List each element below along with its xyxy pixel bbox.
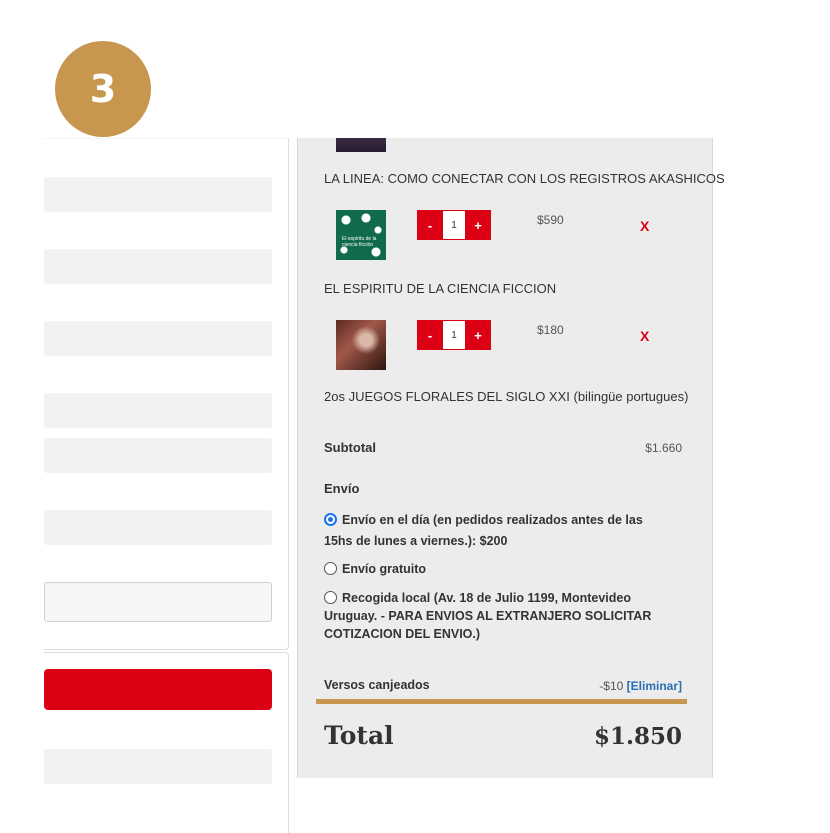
book-cover-thumbnail bbox=[336, 320, 386, 370]
shipping-option-free[interactable]: Envío gratuito bbox=[324, 559, 674, 580]
quantity-stepper: - 1 + bbox=[417, 320, 493, 350]
total-divider bbox=[316, 699, 687, 704]
form-field-1[interactable] bbox=[44, 177, 272, 212]
radio-button[interactable] bbox=[324, 562, 337, 575]
remove-item-button[interactable]: X bbox=[640, 328, 649, 344]
book-cover-thumbnail: El espíritu de la ciencia ficción bbox=[336, 210, 386, 260]
quantity-decrease-button[interactable]: - bbox=[417, 210, 443, 240]
cart-item-title: 2os JUEGOS FLORALES DEL SIGLO XXI (bilin… bbox=[324, 389, 689, 404]
cart-item-title: EL ESPIRITU DE LA CIENCIA FICCION bbox=[324, 281, 557, 296]
coupon-row-value: -$10 [Eliminar] bbox=[599, 679, 682, 693]
book-cover-thumbnail bbox=[336, 138, 386, 152]
shipping-option-label: Envío gratuito bbox=[342, 562, 427, 576]
total-value: $1.850 bbox=[593, 723, 682, 750]
form-field-7[interactable] bbox=[44, 749, 272, 784]
quantity-stepper: - 1 + bbox=[417, 210, 493, 240]
shipping-option-label: Recogida local (Av. 18 de Julio 1199, Mo… bbox=[324, 591, 652, 641]
shipping-option-local-pickup[interactable]: Recogida local (Av. 18 de Julio 1199, Mo… bbox=[324, 589, 674, 643]
book-cover-text: El espíritu de la ciencia ficción bbox=[342, 236, 377, 248]
subtotal-label: Subtotal bbox=[324, 440, 376, 455]
quantity-increase-button[interactable]: + bbox=[465, 210, 491, 240]
quantity-decrease-button[interactable]: - bbox=[417, 320, 443, 350]
shipping-label: Envío bbox=[324, 481, 360, 496]
coupon-discount-value: -$10 bbox=[599, 679, 624, 693]
cart-item-price: $180 bbox=[537, 323, 564, 337]
form-field-5[interactable] bbox=[44, 438, 272, 473]
step-number-badge: 3 bbox=[55, 41, 151, 137]
radio-button[interactable] bbox=[324, 591, 337, 604]
cart-item-price: $590 bbox=[537, 213, 564, 227]
radio-button[interactable] bbox=[324, 513, 337, 526]
subtotal-value: $1.660 bbox=[645, 441, 682, 455]
quantity-input[interactable]: 1 bbox=[443, 320, 465, 350]
form-field-2[interactable] bbox=[44, 249, 272, 284]
shipping-option-same-day[interactable]: Envío en el día (en pedidos realizados a… bbox=[324, 510, 674, 552]
form-field-4[interactable] bbox=[44, 393, 272, 428]
form-field-3[interactable] bbox=[44, 321, 272, 356]
coupon-label: Versos canjeados bbox=[324, 678, 430, 692]
cart-item-title: LA LINEA: COMO CONECTAR CON LOS REGISTRO… bbox=[324, 171, 725, 186]
total-label: Total bbox=[324, 721, 394, 750]
remove-coupon-link[interactable]: [Eliminar] bbox=[627, 679, 682, 693]
remove-item-button[interactable]: X bbox=[640, 218, 649, 234]
primary-action-button[interactable] bbox=[44, 669, 272, 710]
quantity-input[interactable]: 1 bbox=[443, 210, 465, 240]
form-field-6[interactable] bbox=[44, 510, 272, 545]
quantity-increase-button[interactable]: + bbox=[465, 320, 491, 350]
shipping-option-label: Envío en el día (en pedidos realizados a… bbox=[324, 513, 643, 548]
form-select-field[interactable] bbox=[44, 582, 272, 622]
